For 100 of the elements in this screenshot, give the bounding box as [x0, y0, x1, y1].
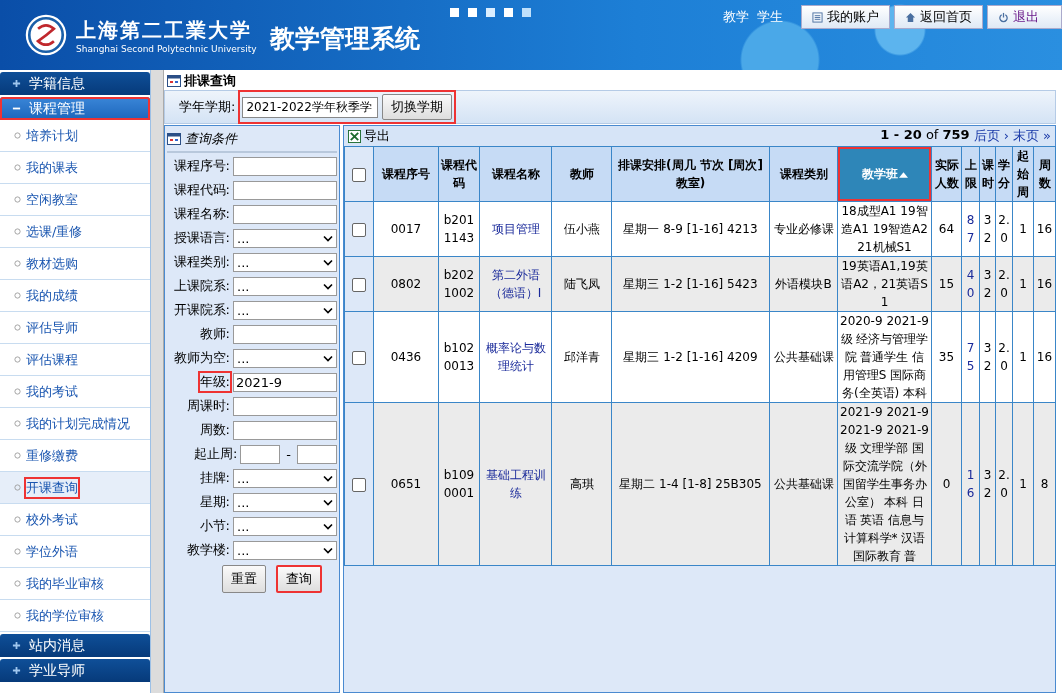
table-cell[interactable]: 基础工程训练: [479, 402, 552, 566]
semester-select[interactable]: 2021-2022学年秋季学: [242, 96, 379, 118]
field-label: 周数:: [198, 421, 231, 439]
export-link[interactable]: 导出: [364, 127, 390, 145]
field-label: 教学楼:: [185, 541, 231, 559]
column-header[interactable]: 教师: [551, 146, 612, 202]
column-header[interactable]: 课程名称: [479, 146, 552, 202]
form-button[interactable]: 重置: [222, 565, 266, 593]
sidebar-item[interactable]: 开课查询: [0, 472, 150, 504]
table-cell: 星期三 1-2 [1-16] 4209: [611, 311, 770, 403]
next-page-link[interactable]: 后页 ›: [973, 127, 1009, 145]
select-field[interactable]: ...: [233, 516, 337, 536]
table-cell: 19英语A1,19英语A2，21英语S1: [837, 256, 932, 312]
table-cell: 2.0: [995, 201, 1013, 257]
sidebar-item[interactable]: 我的考试: [0, 376, 150, 408]
select-field[interactable]: ...: [233, 348, 337, 368]
sidebar-section[interactable]: 学业导师: [0, 659, 150, 682]
select-field[interactable]: ...: [233, 468, 337, 488]
table-cell: 高琪: [551, 402, 612, 566]
field-label: 教师为空:: [172, 349, 231, 367]
item-label: 开课查询: [24, 476, 80, 499]
table-cell[interactable]: 75: [961, 311, 980, 403]
column-header[interactable]: 周数: [1033, 146, 1056, 202]
sidebar-item[interactable]: 我的成绩: [0, 280, 150, 312]
table-cell: b2011143: [438, 201, 480, 257]
select-field[interactable]: ...: [233, 300, 337, 320]
sidebar-item[interactable]: 我的毕业审核: [0, 568, 150, 600]
field-label: 教师:: [198, 325, 231, 343]
sidebar-item[interactable]: 学位外语: [0, 536, 150, 568]
item-label: 重修缴费: [25, 446, 79, 465]
table-cell[interactable]: 项目管理: [479, 201, 552, 257]
table-cell[interactable]: 第二外语（德语）I: [479, 256, 552, 312]
table-cell: 0651: [373, 402, 439, 566]
select-field[interactable]: ...: [233, 540, 337, 560]
sidebar-item[interactable]: 教材选购: [0, 248, 150, 280]
field-label: 挂牌:: [198, 469, 231, 487]
column-header[interactable]: 实际人数: [931, 146, 962, 202]
column-header[interactable]: 起始周: [1012, 146, 1034, 202]
header-button[interactable]: 我的账户: [801, 5, 890, 29]
table-cell: 星期三 1-2 [1-16] 5423: [611, 256, 770, 312]
range-separator: -: [286, 446, 291, 462]
page-title: 排课查询: [184, 72, 236, 90]
input-field[interactable]: 2021-9: [233, 372, 337, 392]
sidebar-item[interactable]: 评估导师: [0, 312, 150, 344]
field-label: 小节:: [198, 517, 231, 535]
sidebar-item[interactable]: 空闲教室: [0, 184, 150, 216]
sidebar-item[interactable]: 评估课程: [0, 344, 150, 376]
form-button[interactable]: 查询: [276, 565, 322, 593]
table-cell: 伍小燕: [551, 201, 612, 257]
sidebar-section[interactable]: 学籍信息: [0, 72, 150, 95]
table-cell: 专业必修课: [769, 201, 838, 257]
field-label: 年级:: [197, 371, 232, 393]
field-label: 课程名称:: [172, 205, 231, 223]
item-label: 学位外语: [25, 542, 79, 561]
sidebar-item[interactable]: 校外考试: [0, 504, 150, 536]
section-label: 课程管理: [29, 99, 85, 118]
panel-title: 查询条件: [185, 130, 237, 148]
select-field[interactable]: ...: [233, 492, 337, 512]
item-label: 教材选购: [25, 254, 79, 273]
field-label: 课程代码:: [172, 181, 231, 199]
sidebar-section[interactable]: 站内消息: [0, 634, 150, 657]
section-label: 学籍信息: [29, 74, 85, 93]
sidebar-item[interactable]: 我的学位审核: [0, 600, 150, 632]
last-page-link[interactable]: 末页 »: [1012, 127, 1051, 145]
table-cell: 星期二 1-4 [1-8] 25B305: [611, 402, 770, 566]
user-name: 教学 学生: [722, 8, 783, 26]
sidebar-item[interactable]: 我的计划完成情况: [0, 408, 150, 440]
table-cell: 公共基础课: [769, 402, 838, 566]
item-label: 我的成绩: [25, 286, 79, 305]
column-header[interactable]: 课程类别: [769, 146, 838, 202]
item-label: 评估导师: [25, 318, 79, 337]
sidebar-item[interactable]: 培养计划: [0, 120, 150, 152]
item-label: 空闲教室: [25, 190, 79, 209]
item-label: 我的毕业审核: [25, 574, 105, 593]
table-cell: 邱洋青: [551, 311, 612, 403]
table-cell: 1: [1012, 201, 1034, 257]
sidebar-section[interactable]: 课程管理: [0, 97, 150, 120]
header-button[interactable]: 返回首页: [894, 5, 983, 29]
select-field[interactable]: ...: [233, 252, 337, 272]
table-cell: 陆飞凤: [551, 256, 612, 312]
table-cell: b1090001: [438, 402, 480, 566]
column-header[interactable]: 课程代码: [438, 146, 480, 202]
column-header[interactable]: 排课安排(周几 节次 [周次] 教室): [611, 146, 770, 202]
item-label: 我的考试: [25, 382, 79, 401]
header-button[interactable]: 退出: [987, 5, 1062, 29]
sidebar-item[interactable]: 我的课表: [0, 152, 150, 184]
select-field[interactable]: ...: [233, 276, 337, 296]
table-cell: 32: [979, 201, 996, 257]
table-cell: 15: [931, 256, 962, 312]
table-cell[interactable]: 87: [961, 201, 980, 257]
table-cell: 0017: [373, 201, 439, 257]
table-cell[interactable]: 概率论与数理统计: [479, 311, 552, 403]
table-cell: 2021-9 2021-9 2021-9 2021-9级 文理学部 国际交流学院（外国留学生事务办公室） 本科 日语 英语 信息与计算科学* 汉语国际教育 普: [837, 402, 932, 566]
section-label: 学业导师: [29, 661, 85, 680]
column-header[interactable]: 教学班: [837, 146, 932, 202]
switch-semester-button[interactable]: 切换学期: [382, 94, 453, 120]
select-field[interactable]: ...: [233, 228, 337, 248]
column-header[interactable]: 课程序号: [373, 146, 439, 202]
sidebar-item[interactable]: 选课/重修: [0, 216, 150, 248]
total-count: 759: [942, 127, 970, 144]
